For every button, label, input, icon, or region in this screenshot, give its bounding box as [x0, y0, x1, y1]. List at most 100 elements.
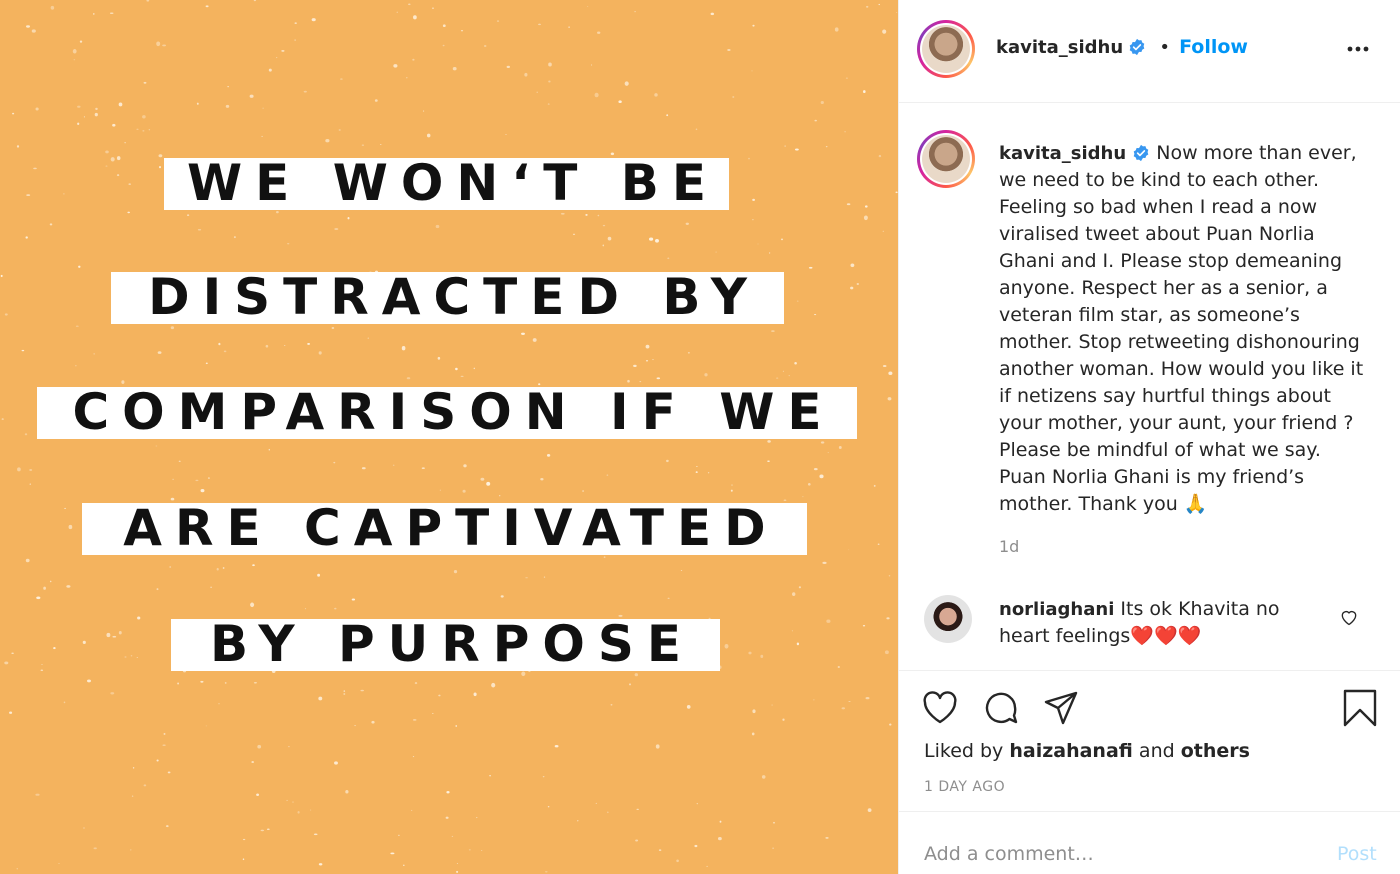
speckle	[361, 144, 365, 146]
post-comment-button[interactable]: Post	[1337, 843, 1377, 865]
comment-like-heart-icon[interactable]	[1339, 607, 1359, 627]
post-sidebar: kavita_sidhu • Follow kavita_sidhu Now m…	[898, 0, 1400, 874]
caption-username[interactable]: kavita_sidhu	[999, 143, 1126, 164]
speckle	[438, 694, 441, 697]
caption-author-avatar[interactable]	[917, 130, 975, 188]
speckle	[105, 165, 108, 167]
speckle	[546, 454, 551, 457]
speckle	[825, 145, 828, 148]
speckle	[455, 725, 457, 727]
speckle	[116, 156, 121, 161]
speckle	[130, 849, 132, 851]
follow-button[interactable]: Follow	[1179, 36, 1248, 58]
speckle	[334, 227, 339, 231]
speckle	[645, 344, 650, 349]
speckle	[11, 652, 14, 654]
speckle	[109, 12, 114, 15]
speckle	[468, 849, 471, 851]
speckle	[94, 112, 98, 117]
speckle	[178, 460, 181, 462]
speckle	[751, 70, 753, 72]
speckle	[313, 833, 318, 836]
comment-bubble-icon[interactable]	[982, 689, 1020, 727]
like-heart-icon[interactable]	[921, 689, 959, 727]
speckle	[78, 265, 81, 268]
speckle	[29, 483, 31, 485]
speckle	[287, 243, 290, 245]
speckle	[210, 586, 212, 588]
speckle	[794, 362, 797, 365]
speckle	[112, 635, 117, 638]
speckle	[53, 647, 56, 650]
speckle	[771, 330, 775, 332]
speckle	[544, 871, 548, 873]
post-date[interactable]: 1 DAY AGO	[924, 779, 1005, 795]
speckle	[654, 93, 658, 97]
speckle	[710, 12, 715, 16]
post-image[interactable]: WE WON‘T BE DISTRACTED BY COMPARISON IF …	[0, 0, 898, 874]
add-comment-input[interactable]: Add a comment…	[924, 843, 1094, 865]
speckle	[680, 570, 683, 572]
quote-line-1: WE WON‘T BE	[164, 158, 729, 210]
speckle	[796, 642, 800, 646]
speckle	[718, 836, 722, 841]
speckle	[361, 467, 366, 470]
speckle	[587, 6, 589, 7]
speckle	[496, 20, 500, 22]
speckle	[752, 24, 755, 27]
comment-username[interactable]: norliaghani	[999, 599, 1114, 620]
speckle	[841, 707, 846, 710]
speckle	[77, 122, 80, 125]
speckle	[634, 673, 638, 677]
speckle	[577, 820, 579, 822]
speckle	[200, 488, 205, 493]
speckle	[268, 68, 272, 72]
verified-badge-icon	[1133, 144, 1149, 162]
share-send-icon[interactable]	[1042, 689, 1080, 727]
speckle	[25, 558, 30, 563]
speckle	[655, 238, 659, 243]
speckle	[761, 775, 766, 779]
liked-by-user[interactable]: haizahanafi	[1009, 740, 1133, 762]
speckle	[136, 128, 139, 130]
speckle	[480, 477, 485, 481]
speckle	[93, 353, 96, 355]
quote-line-4: ARE CAPTIVATED	[82, 503, 807, 555]
speckle	[594, 92, 599, 98]
speckle	[260, 829, 265, 832]
speckle	[442, 24, 446, 28]
header-username[interactable]: kavita_sidhu	[996, 37, 1123, 58]
speckle	[169, 566, 172, 568]
speckle	[136, 657, 139, 659]
speckle	[406, 77, 408, 79]
speckle	[118, 102, 123, 107]
commenter-avatar[interactable]	[924, 595, 972, 643]
speckle	[704, 373, 708, 377]
speckle	[205, 5, 209, 8]
speckle	[540, 478, 544, 481]
speckle	[802, 496, 804, 498]
more-horizontal-icon[interactable]	[1345, 36, 1371, 62]
speckle	[696, 466, 698, 467]
speckle	[367, 337, 370, 339]
speckle	[652, 359, 654, 361]
speckle	[547, 806, 550, 808]
speckle	[162, 744, 166, 747]
speckle	[877, 543, 880, 545]
bookmark-icon[interactable]	[1341, 689, 1379, 727]
speckle	[834, 27, 839, 32]
speckle	[499, 495, 501, 497]
speckle	[249, 94, 254, 98]
speckle	[79, 40, 83, 43]
speckle	[863, 215, 868, 221]
speckle	[0, 274, 3, 278]
speckle	[624, 81, 629, 86]
caption-time[interactable]: 1d	[999, 537, 1019, 556]
speckle	[411, 809, 413, 811]
author-avatar[interactable]	[917, 20, 975, 78]
speckle	[752, 198, 755, 201]
speckle	[392, 464, 395, 466]
speckle	[73, 59, 76, 61]
speckle	[822, 561, 827, 564]
liked-by-others[interactable]: others	[1181, 740, 1250, 762]
